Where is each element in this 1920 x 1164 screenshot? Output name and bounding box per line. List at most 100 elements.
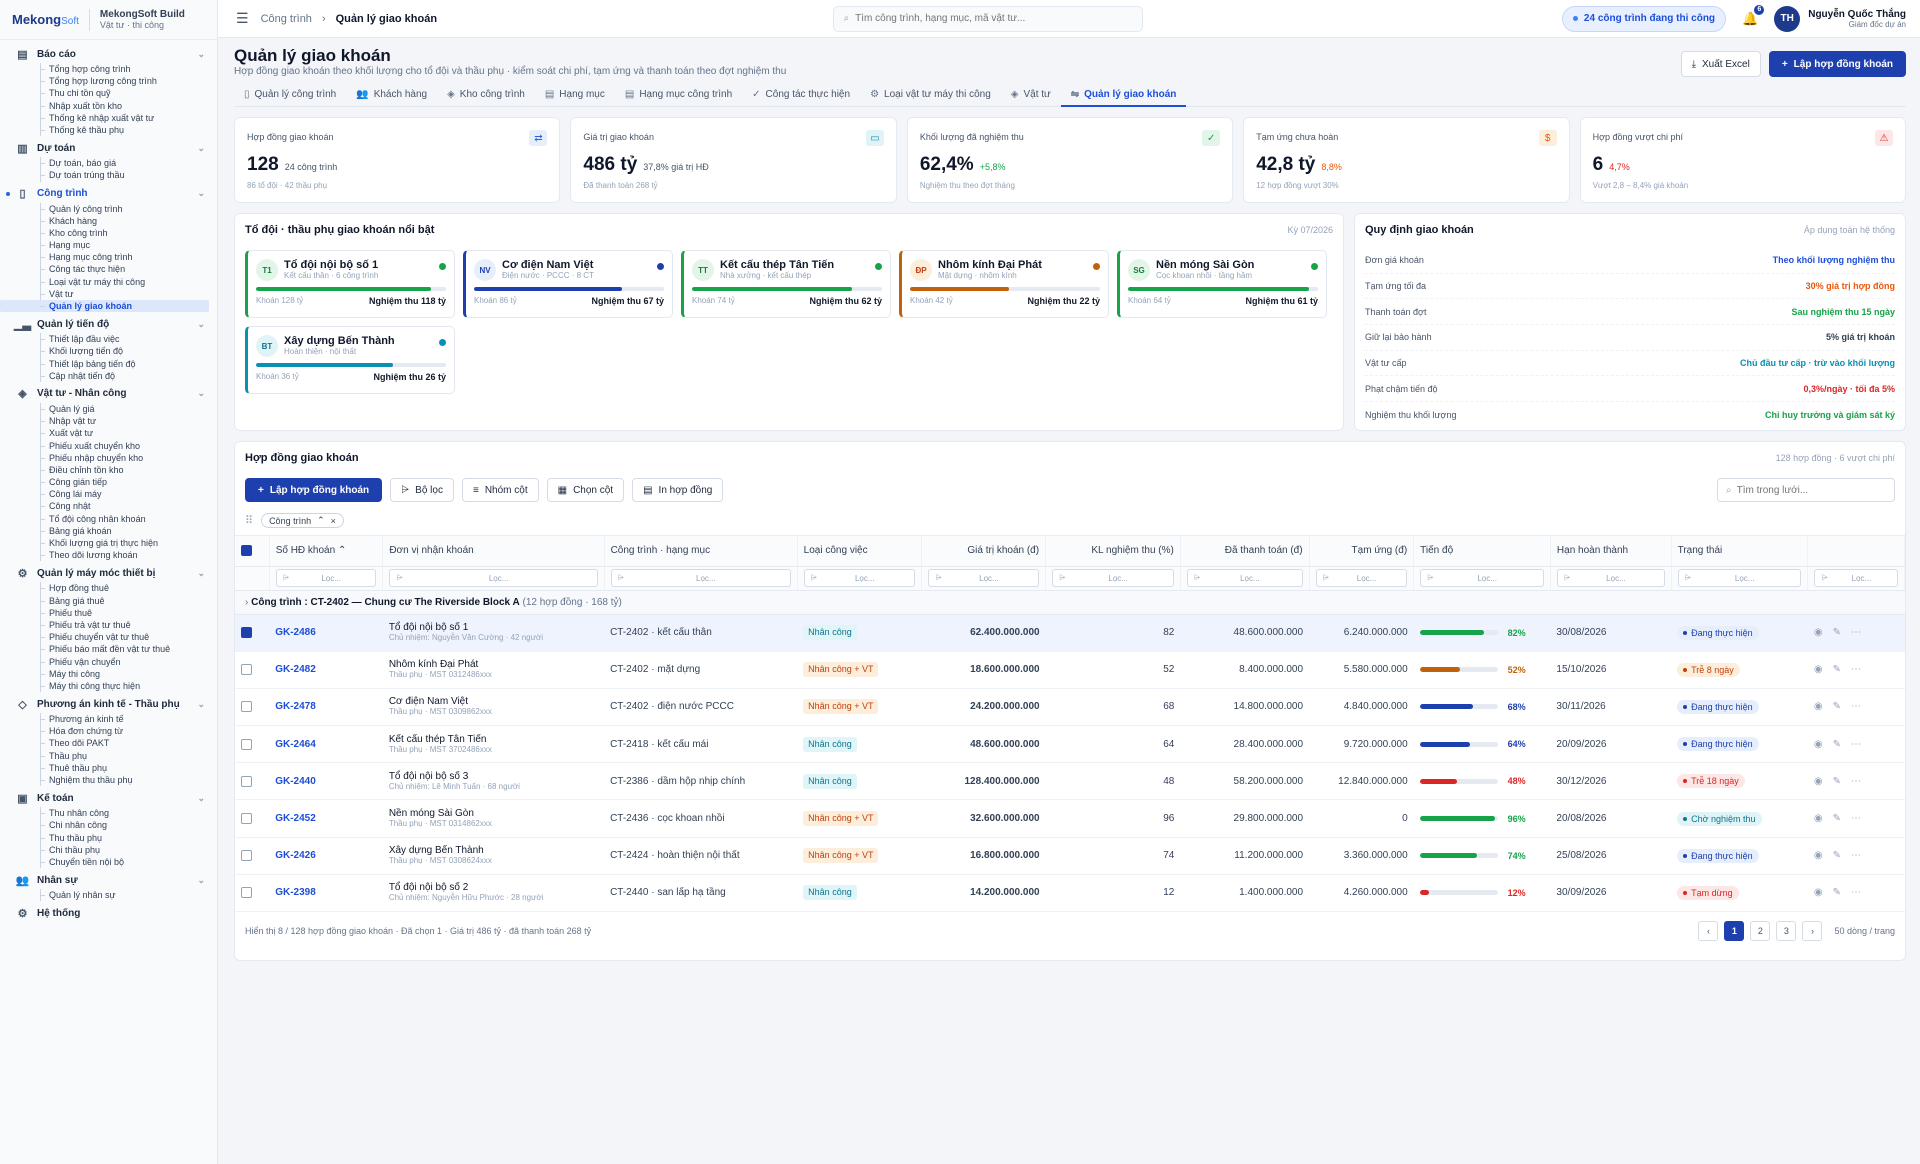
edit-icon[interactable]: ✎ <box>1833 850 1841 861</box>
sidebar-item[interactable]: Công tác thực hiện <box>0 263 217 276</box>
sidebar-group-header[interactable]: ▥ Dự toán ⌄ <box>0 140 217 156</box>
team-card[interactable]: T1 Tổ đội nội bộ số 1 Kết cấu thân · 6 côn… <box>245 250 455 318</box>
sidebar-item[interactable]: Xuất vật tư <box>0 427 217 440</box>
grid-search[interactable]: ⌕ <box>1717 478 1895 502</box>
global-search-input[interactable] <box>855 13 1132 24</box>
sidebar-item[interactable]: Phiếu báo mất đền vật tư thuê <box>0 643 217 656</box>
sidebar-item[interactable]: Kho công trình <box>0 226 217 240</box>
sidebar-item[interactable]: Thuê thầu phụ <box>0 761 217 775</box>
sidebar-item[interactable]: Nhập vật tư <box>0 415 217 428</box>
choose-columns-button[interactable]: ▦ Chọn cột <box>546 478 625 502</box>
eye-icon[interactable]: ◉ <box>1814 850 1823 861</box>
contract-code-link[interactable]: GK-2398 <box>275 887 316 898</box>
grid-create-button[interactable]: + Lập hợp đồng khoán <box>245 478 383 502</box>
tab-item[interactable]: ◈ Kho công trình <box>437 83 535 107</box>
sidebar-item[interactable]: Dự toán trúng thầu <box>0 169 217 182</box>
sidebar-item[interactable]: Quản lý giao khoán <box>0 300 209 313</box>
sidebar-item[interactable]: Theo dõi PAKT <box>0 737 217 750</box>
sidebar-item[interactable]: Hạng mục <box>0 239 217 252</box>
tab-item[interactable]: ✓ Công tác thực hiện <box>742 83 860 107</box>
page-button[interactable]: 3 <box>1776 921 1797 941</box>
tab-item[interactable]: ⚙ Loại vật tư máy thi công <box>860 83 1001 107</box>
logo[interactable]: MekongSoft <box>12 12 79 27</box>
row-checkbox[interactable] <box>241 812 252 824</box>
column-filter-input[interactable]: ⩥ Lọc... <box>803 569 916 587</box>
tab-item[interactable]: 👥 Khách hàng <box>346 83 437 107</box>
more-icon[interactable]: ⋯ <box>1851 813 1861 824</box>
close-icon[interactable]: × <box>331 516 336 526</box>
sidebar-group-header[interactable]: ◈ Vật tư - Nhân công ⌄ <box>0 386 217 402</box>
active-projects-badge[interactable]: 24 công trình đang thi công <box>1561 5 1727 32</box>
sidebar-group-header[interactable]: ⚙ Hệ thống <box>0 905 217 921</box>
create-contract-button[interactable]: + Lập hợp đồng khoán <box>1768 51 1906 77</box>
tab-item[interactable]: ▤ Hạng mục <box>535 83 615 107</box>
sidebar-item[interactable]: Bảng giá thuê <box>0 594 217 607</box>
row-checkbox[interactable] <box>241 887 252 899</box>
contract-code-link[interactable]: GK-2426 <box>275 850 316 861</box>
edit-icon[interactable]: ✎ <box>1833 813 1841 824</box>
sidebar-item[interactable]: Phiếu nhập chuyển kho <box>0 451 217 465</box>
sidebar-item[interactable]: Phương án kinh tế <box>0 713 217 726</box>
column-filter-input[interactable]: ⩥ Lọc... <box>1315 569 1408 587</box>
column-header[interactable]: Đơn vị nhận khoán <box>382 536 605 567</box>
row-checkbox[interactable] <box>241 701 252 713</box>
sidebar-item[interactable]: Quản lý công trình <box>0 202 217 215</box>
group-row[interactable]: › Công trình : CT-2402 — Chung cư The Ri… <box>235 590 1905 615</box>
edit-icon[interactable]: ✎ <box>1833 739 1841 750</box>
tab-item[interactable]: ◈ Vật tư <box>1001 83 1061 107</box>
column-header[interactable]: Loại công việc <box>797 536 923 567</box>
column-filter-input[interactable]: ⩥ Lọc... <box>610 569 791 587</box>
sidebar-item[interactable]: Điều chỉnh tồn kho <box>0 463 217 477</box>
sidebar-item[interactable]: Hóa đơn chứng từ <box>0 725 217 738</box>
eye-icon[interactable]: ◉ <box>1814 813 1823 824</box>
contract-code-link[interactable]: GK-2464 <box>275 739 316 750</box>
column-header[interactable]: Đã thanh toán (đ) <box>1180 536 1310 567</box>
sidebar-item[interactable]: Quản lý nhân sự <box>0 889 217 902</box>
breadcrumb-item[interactable]: Công trình <box>261 13 312 25</box>
table-row[interactable]: GK-2426 Xây dựng Bến Thành Thầu phụ · MST … <box>235 837 1905 875</box>
sidebar-item[interactable]: Tổng hợp lương công trình <box>0 75 217 88</box>
team-card[interactable]: SG Nền móng Sài Gòn Cọc khoan nhồi · tầng … <box>1117 250 1327 318</box>
tab-item[interactable]: ▯ Quản lý công trình <box>234 83 346 107</box>
sidebar-item[interactable]: Thu chi tồn quỹ <box>0 87 217 100</box>
sidebar-item[interactable]: Nghiệm thu thầu phụ <box>0 774 217 787</box>
sidebar-item[interactable]: Thu nhân công <box>0 807 217 820</box>
column-header[interactable]: Trạng thái <box>1671 536 1809 567</box>
sidebar-item[interactable]: Phiếu vận chuyển <box>0 655 217 668</box>
row-checkbox[interactable] <box>241 850 252 862</box>
row-checkbox[interactable] <box>241 664 252 676</box>
column-filter-input[interactable]: ⩥ Lọc... <box>1677 569 1802 587</box>
row-checkbox[interactable] <box>241 775 252 787</box>
page-size-select[interactable]: 50 dòng / trang <box>1834 926 1895 936</box>
column-header[interactable]: Giá trị khoán (đ) <box>921 536 1047 567</box>
more-icon[interactable]: ⋯ <box>1851 627 1861 638</box>
sidebar-item[interactable]: Công nhật <box>0 500 217 513</box>
table-row[interactable]: GK-2440 Tổ đội nội bộ số 3 Chủ nhiệm: Lê M… <box>235 762 1905 801</box>
sidebar-item[interactable]: Khối lượng giá trị thực hiện <box>0 537 217 550</box>
contract-code-link[interactable]: GK-2440 <box>275 776 316 787</box>
group-chip[interactable]: Công trình ⌃ × <box>261 513 344 528</box>
sidebar-group-header[interactable]: ⚙ Quản lý máy móc thiết bị ⌄ <box>0 565 217 581</box>
sidebar-group-header[interactable]: ◇ Phương án kinh tế - Thầu phụ ⌄ <box>0 696 217 712</box>
column-filter-input[interactable]: ⩥ Lọc... <box>1814 569 1898 587</box>
sidebar-item[interactable]: Thu thầu phụ <box>0 831 217 844</box>
eye-icon[interactable]: ◉ <box>1814 701 1823 712</box>
sidebar-item[interactable]: Theo dõi lương khoán <box>0 549 217 562</box>
sidebar-group-header[interactable]: ▤ Báo cáo ⌄ <box>0 46 217 62</box>
tab-item[interactable]: ⇋ Quản lý giao khoán <box>1060 83 1187 107</box>
eye-icon[interactable]: ◉ <box>1814 887 1823 898</box>
column-header[interactable]: KL nghiệm thu (%) <box>1045 536 1181 567</box>
sidebar-item[interactable]: Loại vật tư máy thi công <box>0 275 217 289</box>
team-card[interactable]: NV Cơ điện Nam Việt Điện nước · PCCC · 8 C… <box>463 250 673 318</box>
column-header[interactable]: Công trình · hạng mục <box>604 536 798 567</box>
row-checkbox[interactable] <box>241 627 252 639</box>
column-filter-input[interactable]: ⩥ Lọc... <box>389 569 598 587</box>
filter-button[interactable]: ⩥ Bộ lọc <box>390 478 454 502</box>
next-page-button[interactable]: › <box>1802 921 1823 941</box>
sidebar-item[interactable]: Công lái máy <box>0 488 217 501</box>
sidebar-item[interactable]: Dự toán, báo giá <box>0 157 217 170</box>
sidebar-item[interactable]: Thiết lập bảng tiến độ <box>0 357 217 370</box>
column-header[interactable]: Tiến độ <box>1413 536 1551 567</box>
edit-icon[interactable]: ✎ <box>1833 887 1841 898</box>
eye-icon[interactable]: ◉ <box>1814 664 1823 675</box>
